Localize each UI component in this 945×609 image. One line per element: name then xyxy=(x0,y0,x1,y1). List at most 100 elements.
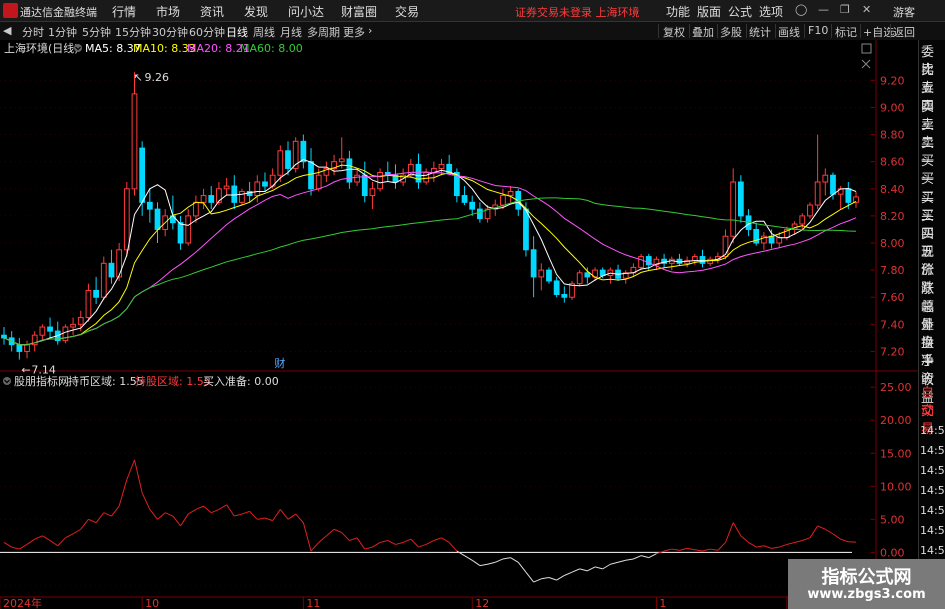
indicator-segment xyxy=(425,540,435,545)
toolbar-divider xyxy=(860,24,861,38)
indicator-segment xyxy=(802,537,811,541)
indicator-segment xyxy=(364,546,373,550)
indicator-segment xyxy=(42,535,51,541)
btn-f10[interactable]: F10 xyxy=(808,24,828,37)
candle-body xyxy=(699,256,706,264)
menu-discover[interactable]: 发现 xyxy=(244,3,268,20)
candle-body xyxy=(461,195,468,203)
sidebar-tick-time: 14:56 xyxy=(920,424,945,437)
candle-body xyxy=(354,174,360,183)
watermark-url: www.zbgs3.com xyxy=(807,587,926,602)
indicator-segment xyxy=(333,528,342,534)
indicator-series xyxy=(3,459,857,583)
restore-icon[interactable]: ❐ xyxy=(840,3,850,16)
indicator-segment xyxy=(717,542,726,551)
candle-body xyxy=(139,147,146,203)
period-weekly[interactable]: 周线 xyxy=(253,24,275,40)
chart-canvas[interactable]: 上海环境(日线) MA5: 8.37 MA10: 8.33 MA20: 8.21… xyxy=(0,40,918,609)
indicator-segment xyxy=(418,543,427,548)
indicator-segment xyxy=(471,559,481,566)
candle-body xyxy=(523,208,529,251)
menu-market-quotes[interactable]: 行情 xyxy=(112,3,136,20)
candle-body xyxy=(553,280,560,296)
period-more[interactable]: 更多 xyxy=(343,24,365,40)
candle-body xyxy=(377,172,383,190)
chart-options-icon[interactable] xyxy=(861,43,872,54)
toolbar-collapse-icon[interactable]: ◀ xyxy=(3,24,11,37)
indicator-segment xyxy=(272,509,281,521)
sub-indicator-settings-icon[interactable] xyxy=(3,377,11,385)
indicator-segment xyxy=(517,561,527,573)
indicator-segment xyxy=(809,525,819,539)
period-daily[interactable]: 日线 xyxy=(226,24,248,40)
indicator-segment xyxy=(479,563,488,567)
sidebar-tick-time: 14:56 xyxy=(920,524,945,537)
indicator-segment xyxy=(387,540,396,545)
btn-multi-stock[interactable]: 多股 xyxy=(720,24,742,40)
toolbar-divider xyxy=(717,24,718,38)
menu-layout[interactable]: 版面 xyxy=(697,3,721,20)
menu-function[interactable]: 功能 xyxy=(666,3,690,20)
period-1min[interactable]: 1分钟 xyxy=(48,24,77,40)
indicator-segment xyxy=(172,515,181,527)
btn-stats[interactable]: 统计 xyxy=(749,24,771,40)
candle-body xyxy=(737,181,744,217)
menu-ask-xiaoda[interactable]: 问小达 xyxy=(288,3,324,20)
menu-options[interactable]: 选项 xyxy=(759,3,783,20)
candle-body xyxy=(85,289,92,319)
candle-body xyxy=(208,195,215,203)
candle-body xyxy=(477,208,483,220)
login-warning[interactable]: 证券交易未登录 上海环境 xyxy=(515,4,640,20)
indicator-segment xyxy=(556,575,565,581)
indicator-segment xyxy=(349,537,358,541)
period-multi[interactable]: 多周期 xyxy=(307,24,340,40)
indicator-segment xyxy=(356,537,366,550)
candle-body xyxy=(223,185,230,190)
period-30min[interactable]: 30分钟 xyxy=(152,24,188,40)
candle-body xyxy=(108,262,115,278)
date-tick-label: 2024年 xyxy=(3,596,42,609)
menu-trade[interactable]: 交易 xyxy=(395,3,419,20)
indicator-segment xyxy=(756,545,764,548)
btn-adjust[interactable]: 复权 xyxy=(663,24,685,40)
close-icon[interactable]: ✕ xyxy=(862,3,871,16)
btn-draw[interactable]: 画线 xyxy=(778,24,800,40)
toolbar-divider xyxy=(658,24,659,38)
minimize-icon[interactable]: — xyxy=(818,3,829,16)
btn-back[interactable]: 返回 xyxy=(893,24,915,40)
menu-formula[interactable]: 公式 xyxy=(728,3,752,20)
menu-market[interactable]: 市场 xyxy=(156,3,180,20)
chart-close-icon[interactable] xyxy=(861,59,871,69)
period-5min[interactable]: 5分钟 xyxy=(82,24,111,40)
guest-label[interactable]: 游客 xyxy=(893,4,915,20)
menu-news[interactable]: 资讯 xyxy=(200,3,224,20)
indicator-segment xyxy=(448,542,458,552)
indicator-segment xyxy=(11,546,20,550)
period-60min[interactable]: 60分钟 xyxy=(189,24,225,40)
indicator-segment xyxy=(95,512,105,523)
account-icon[interactable]: ◯ xyxy=(795,3,807,16)
financial-event-marker[interactable]: 财 xyxy=(274,356,285,370)
indicator-settings-icon[interactable] xyxy=(74,44,82,52)
period-monthly[interactable]: 月线 xyxy=(280,24,302,40)
menu-wealth-circle[interactable]: 财富圈 xyxy=(341,3,377,20)
app-logo-icon xyxy=(3,3,18,18)
candle-body xyxy=(638,256,644,268)
indicator-segment xyxy=(825,528,834,535)
period-15min[interactable]: 15分钟 xyxy=(115,24,151,40)
indicator-segment xyxy=(510,557,519,563)
candle-body xyxy=(361,174,368,197)
candle-body xyxy=(254,181,261,197)
period-intraday[interactable]: 分时 xyxy=(22,24,44,40)
candle-body xyxy=(691,256,698,262)
indicator-segment xyxy=(226,504,235,517)
toolbar-divider xyxy=(804,24,805,38)
indicator-segment xyxy=(832,533,841,540)
btn-mark[interactable]: 标记 xyxy=(835,24,857,40)
more-chevron-icon[interactable]: › xyxy=(368,24,372,37)
indicator-segment xyxy=(410,538,419,548)
btn-overlay[interactable]: 叠加 xyxy=(692,24,714,40)
indicator-segment xyxy=(794,539,803,543)
indicator-segment xyxy=(687,547,695,551)
indicator-segment xyxy=(786,541,795,545)
